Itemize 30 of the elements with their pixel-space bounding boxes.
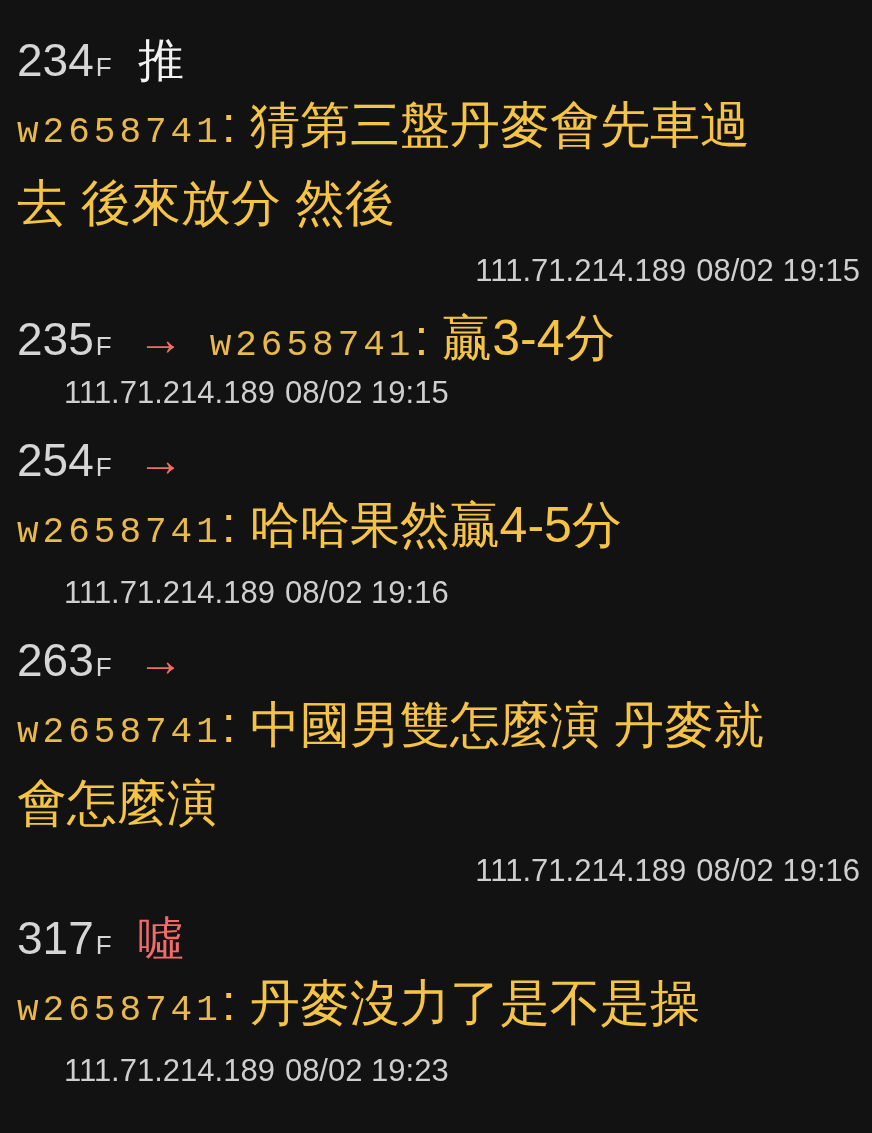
floor-suffix: F (95, 929, 112, 962)
comment-message: w2658741: 丹麥沒力了是不是操 (17, 974, 701, 1033)
comment-tag: → (137, 307, 184, 371)
floor-suffix: F (95, 651, 112, 684)
floor-number: 254 (17, 433, 94, 488)
floor-suffix: F (95, 451, 112, 484)
comment-tag: 推 (137, 28, 184, 92)
comment-tag: 噓 (137, 906, 184, 970)
floor-suffix: F (95, 330, 112, 363)
floor-suffix: F (95, 51, 112, 84)
ip-address: 111.71.214.189 (475, 252, 687, 290)
floor-number: 235 (17, 312, 94, 367)
floor-number: 317 (17, 911, 94, 966)
timestamp: 08/02 19:16 (284, 574, 449, 612)
comment-tag: → (137, 428, 184, 492)
comment-tag: → (137, 628, 184, 692)
comment-message: w2658741: 哈哈果然贏4-5分 (17, 496, 623, 555)
floor-number: 263 (17, 633, 94, 688)
ip-address: 111.71.214.189 (64, 574, 275, 612)
comment-message: w2658741: 贏3-4分 (209, 309, 615, 368)
floor-number: 234 (17, 33, 94, 88)
ip-address: 111.71.214.189 (64, 374, 275, 412)
comment-message: w2658741: 中國男雙怎麼演 丹麥就會怎麼演 (17, 696, 765, 833)
timestamp: 08/02 19:15 (284, 374, 449, 412)
timestamp: 08/02 19:23 (284, 1052, 449, 1090)
ip-address: 111.71.214.189 (475, 852, 687, 890)
ip-address: 111.71.214.189 (64, 1052, 275, 1090)
comment-message: w2658741: 猜第三盤丹麥會先車過去 後來放分 然後 (17, 96, 751, 233)
timestamp: 08/02 19:15 (696, 252, 860, 290)
timestamp: 08/02 19:16 (696, 852, 860, 890)
